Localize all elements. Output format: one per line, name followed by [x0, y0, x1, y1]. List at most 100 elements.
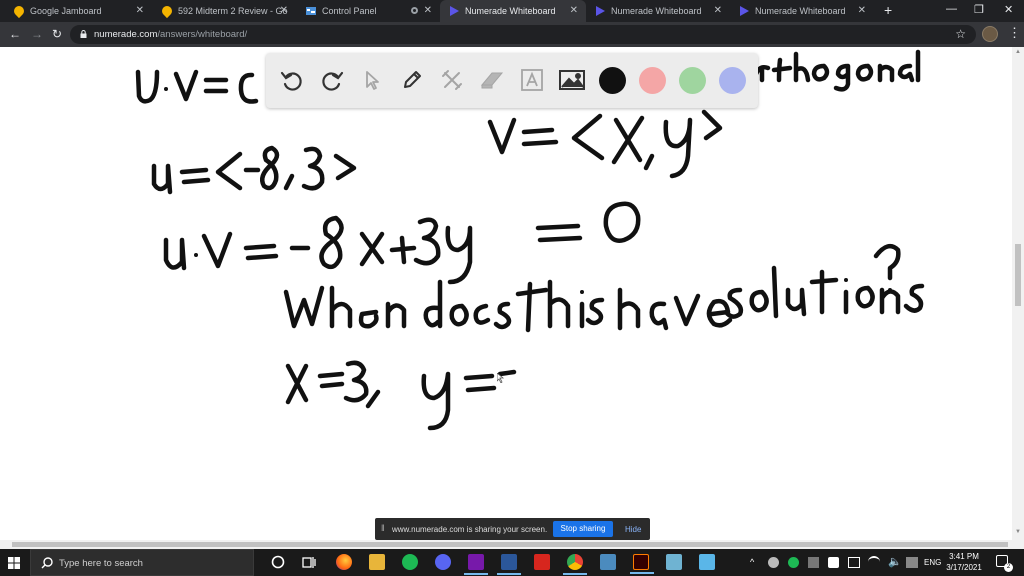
search-icon — [41, 557, 53, 569]
handwriting-u-vector — [151, 145, 357, 195]
undo-icon[interactable] — [278, 66, 306, 94]
jamboard-icon — [159, 3, 175, 19]
tab-title: Numerade Whiteboard — [611, 6, 702, 16]
horizontal-scrollbar[interactable] — [0, 540, 1024, 549]
volume-icon[interactable]: 🔈 — [888, 555, 902, 568]
url-path: /answers/whiteboard/ — [157, 29, 248, 40]
tray-app3-icon[interactable] — [828, 557, 839, 568]
illustrator-icon[interactable] — [630, 554, 654, 574]
swatch-green[interactable] — [679, 67, 706, 94]
screen-share-banner: ‖ www.numerade.com is sharing your scree… — [375, 518, 650, 540]
tray-spotify-icon[interactable] — [788, 557, 799, 568]
windows-taskbar: Type here to search ^ 🔈 ENG 3:41 PM 3/17… — [0, 549, 1024, 576]
clock-time: 3:41 PM — [949, 552, 979, 561]
close-icon[interactable]: ✕ — [714, 5, 722, 16]
vertical-scrollbar[interactable]: ▲ ▼ — [1012, 47, 1024, 540]
clock[interactable]: 3:41 PM 3/17/2021 — [944, 551, 984, 573]
tray-app-icon[interactable] — [768, 557, 779, 568]
reload-icon[interactable]: ↻ — [52, 27, 62, 41]
close-icon[interactable]: ✕ — [858, 5, 866, 16]
tab-control-panel[interactable]: Control Panel ✕ — [296, 0, 440, 22]
control-panel-icon — [306, 7, 316, 15]
language-indicator[interactable]: ENG — [924, 558, 941, 567]
address-bar[interactable]: numerade.com/answers/whiteboard/ ☆ — [70, 25, 976, 44]
redo-icon[interactable] — [318, 66, 346, 94]
tab-google-jamboard[interactable]: Google Jamboard ✕ — [4, 0, 152, 22]
drawing-toolbar — [266, 53, 758, 108]
search-placeholder: Type here to search — [59, 558, 143, 569]
task-view-icon[interactable] — [301, 554, 317, 570]
mouse-cursor-icon — [497, 373, 505, 383]
tab-midterm-review[interactable]: 592 Midterm 2 Review - Goo ✕ — [152, 0, 296, 22]
windows-start-icon[interactable] — [8, 557, 20, 569]
show-hidden-icons-icon[interactable]: ^ — [750, 557, 754, 567]
minimize-icon[interactable]: — — [946, 3, 957, 15]
word-icon[interactable] — [497, 554, 521, 575]
back-icon[interactable]: ← — [9, 27, 21, 41]
hide-button[interactable]: Hide — [625, 525, 641, 534]
handwriting-v-vector — [487, 109, 723, 179]
lock-icon[interactable] — [80, 30, 87, 38]
handwriting-solution — [285, 360, 517, 431]
firefox-icon[interactable] — [336, 554, 352, 570]
numerade-icon — [450, 6, 459, 16]
close-window-icon[interactable]: ✕ — [1004, 3, 1013, 16]
forward-icon[interactable]: → — [31, 27, 43, 41]
battery-icon[interactable] — [848, 557, 860, 568]
maximize-icon[interactable]: ❐ — [974, 3, 984, 16]
image-icon[interactable] — [558, 66, 586, 94]
taskbar-search-box[interactable]: Type here to search — [30, 549, 254, 576]
swatch-blue[interactable] — [719, 67, 746, 94]
tab-numerade-whiteboard-3[interactable]: Numerade Whiteboard ✕ — [730, 0, 874, 22]
close-icon[interactable]: ✕ — [570, 5, 578, 16]
eraser-icon[interactable] — [478, 66, 506, 94]
wifi-icon[interactable] — [868, 556, 880, 568]
acrobat-icon[interactable] — [534, 554, 550, 570]
cortana-icon[interactable] — [270, 554, 286, 570]
handwriting-layer — [135, 49, 925, 431]
tools-icon[interactable] — [438, 66, 466, 94]
whiteboard-canvas[interactable] — [0, 47, 1012, 540]
browser-tab-strip: Google Jamboard ✕ 592 Midterm 2 Review -… — [0, 0, 1024, 22]
tab-numerade-whiteboard-2[interactable]: Numerade Whiteboard ✕ — [586, 0, 730, 22]
spotify-icon[interactable] — [402, 554, 418, 570]
clock-date: 3/17/2021 — [946, 563, 982, 572]
drag-handle-icon[interactable]: ‖ — [381, 523, 385, 533]
tab-title: Google Jamboard — [30, 6, 102, 16]
pointer-icon[interactable] — [358, 66, 386, 94]
close-icon[interactable]: ✕ — [280, 5, 288, 16]
swatch-red[interactable] — [639, 67, 666, 94]
scroll-down-icon[interactable]: ▼ — [1015, 529, 1021, 535]
vertical-scroll-thumb[interactable] — [1015, 244, 1021, 306]
action-center-icon[interactable]: 2 — [996, 555, 1013, 572]
horizontal-scroll-thumb[interactable] — [12, 542, 1008, 547]
handwriting-uv-equals-zero — [135, 69, 259, 104]
tab-numerade-whiteboard-active[interactable]: Numerade Whiteboard ✕ — [440, 0, 586, 22]
url-text: numerade.com/answers/whiteboard/ — [94, 29, 247, 40]
scroll-up-icon[interactable]: ▲ — [1015, 49, 1021, 55]
discord-icon[interactable] — [435, 554, 451, 570]
swatch-black[interactable] — [599, 67, 626, 94]
handwriting-dot-product-equation — [163, 201, 641, 285]
bookmark-star-icon[interactable]: ☆ — [955, 27, 966, 41]
tray-app2-icon[interactable] — [808, 557, 819, 568]
text-icon[interactable] — [518, 66, 546, 94]
tab-title: Control Panel — [322, 6, 377, 16]
numerade-icon — [596, 6, 605, 16]
notepad-icon[interactable] — [600, 554, 616, 570]
onenote-icon[interactable] — [464, 554, 488, 575]
close-icon[interactable]: ✕ — [424, 5, 432, 16]
stop-sharing-button[interactable]: Stop sharing — [553, 521, 613, 537]
tab-title: 592 Midterm 2 Review - Goo — [178, 6, 288, 16]
pen-icon[interactable] — [398, 66, 426, 94]
numerade-icon — [740, 6, 749, 16]
new-tab-button[interactable]: + — [884, 2, 892, 18]
photos-icon[interactable] — [666, 554, 682, 570]
snip-icon[interactable] — [699, 554, 715, 570]
keyboard-icon[interactable] — [906, 557, 918, 568]
chrome-icon[interactable] — [563, 554, 587, 575]
close-icon[interactable]: ✕ — [136, 5, 144, 16]
profile-avatar[interactable] — [982, 26, 998, 42]
file-explorer-icon[interactable] — [369, 554, 385, 570]
more-menu-icon[interactable]: ⋮ — [1008, 26, 1021, 40]
